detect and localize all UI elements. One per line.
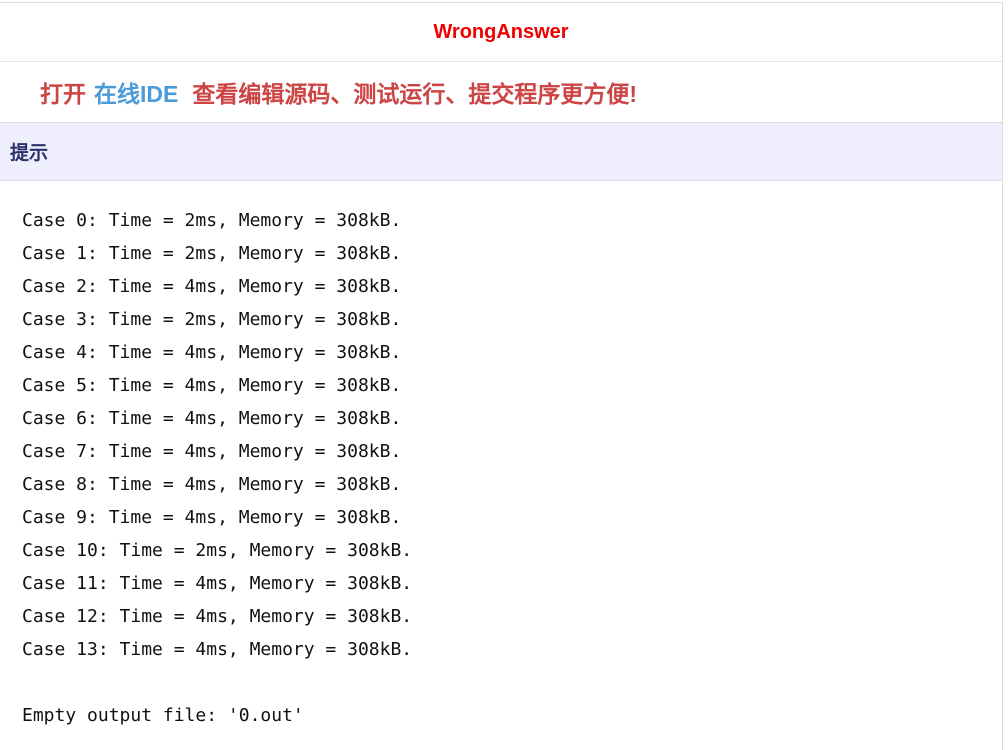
case-line: Case 2: Time = 4ms, Memory = 308kB. bbox=[22, 276, 402, 297]
promo-suffix: 查看编辑源码、测试运行、提交程序更方便! bbox=[192, 81, 638, 107]
online-ide-link[interactable]: 在线IDE bbox=[94, 75, 178, 109]
result-panel: WrongAnswer 打开 在线IDE 查看编辑源码、测试运行、提交程序更方便… bbox=[0, 2, 1003, 750]
ide-promo-banner: 打开 在线IDE 查看编辑源码、测试运行、提交程序更方便! bbox=[0, 62, 1002, 123]
output-message: Empty output file: '0.out' bbox=[22, 705, 304, 726]
case-line: Case 12: Time = 4ms, Memory = 308kB. bbox=[22, 606, 413, 627]
promo-prefix: 打开 bbox=[40, 81, 86, 107]
result-status: WrongAnswer bbox=[433, 20, 569, 43]
case-line: Case 3: Time = 2ms, Memory = 308kB. bbox=[22, 309, 402, 330]
case-line: Case 5: Time = 4ms, Memory = 308kB. bbox=[22, 375, 402, 396]
page: WrongAnswer 打开 在线IDE 查看编辑源码、测试运行、提交程序更方便… bbox=[0, 0, 1008, 750]
case-line: Case 1: Time = 2ms, Memory = 308kB. bbox=[22, 243, 402, 264]
case-line: Case 6: Time = 4ms, Memory = 308kB. bbox=[22, 408, 402, 429]
case-line: Case 7: Time = 4ms, Memory = 308kB. bbox=[22, 441, 402, 462]
hint-body: Case 0: Time = 2ms, Memory = 308kB. Case… bbox=[0, 181, 1002, 736]
case-line: Case 13: Time = 4ms, Memory = 308kB. bbox=[22, 639, 413, 660]
case-line: Case 4: Time = 4ms, Memory = 308kB. bbox=[22, 342, 402, 363]
hint-header: 提示 bbox=[0, 123, 1002, 181]
case-line: Case 0: Time = 2ms, Memory = 308kB. bbox=[22, 210, 402, 231]
case-line: Case 10: Time = 2ms, Memory = 308kB. bbox=[22, 540, 413, 561]
hint-title: 提示 bbox=[10, 143, 49, 164]
case-line: Case 9: Time = 4ms, Memory = 308kB. bbox=[22, 507, 402, 528]
case-line: Case 8: Time = 4ms, Memory = 308kB. bbox=[22, 474, 402, 495]
case-line: Case 11: Time = 4ms, Memory = 308kB. bbox=[22, 573, 413, 594]
result-header: WrongAnswer bbox=[0, 3, 1002, 62]
